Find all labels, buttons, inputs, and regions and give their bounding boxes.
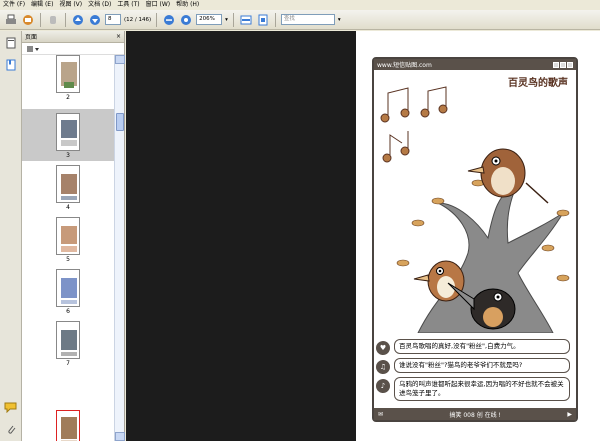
menu-view[interactable]: 视图 (V)	[56, 0, 85, 10]
menu-window[interactable]: 窗口 (W)	[143, 0, 174, 10]
toolbar-divider	[65, 12, 66, 27]
zoom-out-button[interactable]	[162, 13, 176, 27]
thumbnail-page-6[interactable]: 6	[22, 269, 114, 319]
toolbar-divider	[156, 12, 158, 27]
navigation-strip	[0, 31, 22, 441]
prev-page-button[interactable]	[71, 13, 85, 27]
attachments-icon[interactable]	[5, 423, 17, 435]
phone-footer: ✉ 搞笑 008 创 在线 ! ▶	[374, 408, 576, 420]
thumbnail-page-8[interactable]: 8	[22, 410, 114, 441]
document-viewport[interactable]: www.短信贴图.com 百灵鸟的歌声 ♥ 百灵鸟歌唱的真好,没有"粉丝",白费…	[126, 31, 600, 441]
zoom-level-input[interactable]: 206%	[196, 14, 223, 25]
thumbnail-scrollbar[interactable]	[114, 55, 125, 441]
dialogue-bubble: 乌鸦的叫声谁都听起来很幸运,因为唱的不好也就不会被关进鸟笼子里了。	[394, 377, 570, 401]
scroll-up-arrow[interactable]	[115, 55, 125, 64]
page-thumbnail	[56, 217, 80, 255]
scroll-down-arrow[interactable]	[115, 432, 125, 441]
thumbnail-label: 7	[66, 360, 70, 367]
thumbnail-page-3[interactable]: 3	[22, 109, 114, 161]
toolbar-divider	[232, 12, 234, 27]
music-note-icon: ♪	[376, 379, 390, 393]
arrow-up-icon	[73, 14, 83, 25]
scroll-thumb[interactable]	[116, 113, 124, 131]
fit-width-button[interactable]	[239, 13, 253, 27]
arrow-down-icon	[90, 14, 100, 25]
thumbnail-list: 2 3 4 5 6 7	[22, 55, 114, 441]
page-thumbnail	[56, 165, 80, 203]
thumbnail-label: 6	[66, 308, 70, 315]
page-thumbnail	[56, 113, 80, 151]
menu-file[interactable]: 文件 (F)	[0, 0, 28, 10]
play-icon: ▶	[567, 410, 572, 418]
menu-document[interactable]: 文档 (D)	[85, 0, 114, 10]
zoom-out-icon	[164, 14, 175, 25]
fit-page-button[interactable]	[256, 13, 270, 27]
zoom-in-icon	[181, 14, 192, 25]
pages-panel-header: 页面 ×	[22, 31, 124, 43]
toolbar-divider	[274, 12, 276, 27]
page-thumbnail	[56, 410, 80, 441]
next-page-button[interactable]	[88, 13, 102, 27]
thumbnail-label: 3	[66, 152, 70, 159]
menu-edit[interactable]: 编辑 (E)	[28, 0, 56, 10]
bookmarks-icon[interactable]	[5, 59, 17, 71]
thumbnail-label: 5	[66, 256, 70, 263]
zoom-dropdown-arrow[interactable]: ▾	[225, 17, 228, 23]
pages-panel-title: 页面	[25, 34, 38, 41]
fit-page-icon	[258, 14, 268, 25]
thumbnail-page-5[interactable]: 5	[22, 217, 114, 267]
cartoon-illustration	[380, 86, 570, 333]
page-number-input[interactable]: 8	[105, 14, 121, 25]
fit-width-icon	[240, 15, 252, 24]
document-page: www.短信贴图.com 百灵鸟的歌声 ♥ 百灵鸟歌唱的真好,没有"粉丝",白费…	[356, 31, 600, 441]
thumbnail-page-7[interactable]: 7	[22, 321, 114, 371]
dialogue-bubble: 谁说没有"粉丝"?猫鸟的老爷爷们不就是吗?	[394, 358, 570, 373]
menu-bar: 文件 (F) 编辑 (E) 视图 (V) 文档 (D) 工具 (T) 窗口 (W…	[0, 0, 600, 10]
mail-icon: ✉	[378, 410, 384, 418]
phone-footer-text: 搞笑 008 创 在线 !	[449, 411, 501, 419]
phone-title-bar: www.短信贴图.com	[374, 59, 576, 70]
pages-panel: 页面 × 2 3 4 5 6 7	[22, 31, 125, 441]
dialogue-bubble: 百灵鸟歌唱的真好,没有"粉丝",白费力气。	[394, 339, 570, 354]
comments-icon[interactable]	[4, 401, 18, 413]
page-thumbnail	[56, 321, 80, 359]
menu-help[interactable]: 帮助 (H)	[173, 0, 202, 10]
page-thumbnail	[56, 269, 80, 307]
phone-url: www.短信贴图.com	[377, 62, 432, 69]
page-count: (12 / 146)	[124, 16, 152, 23]
options-icon	[27, 45, 39, 52]
heart-icon: ♥	[376, 341, 390, 355]
print-icon	[6, 14, 16, 24]
menu-tools[interactable]: 工具 (T)	[114, 0, 142, 10]
search-input[interactable]: 查找	[280, 14, 335, 25]
toolbar: 8 (12 / 146) 206% ▾ 查找 ▾	[0, 10, 600, 30]
close-panel-button[interactable]: ×	[116, 33, 121, 40]
zoom-in-button[interactable]	[179, 13, 193, 27]
music-note-icon: ♫	[376, 360, 390, 374]
hand-icon	[50, 15, 56, 24]
print-button[interactable]	[4, 13, 18, 27]
hand-tool-button[interactable]	[46, 13, 60, 27]
window-controls	[553, 61, 573, 68]
email-icon	[23, 14, 33, 25]
search-dropdown-arrow[interactable]: ▾	[338, 17, 341, 23]
phone-frame: www.短信贴图.com 百灵鸟的歌声 ♥ 百灵鸟歌唱的真好,没有"粉丝",白费…	[372, 57, 578, 422]
toolbar-divider	[40, 12, 41, 27]
thumbnail-label: 2	[66, 94, 70, 101]
thumbnail-page-4[interactable]: 4	[22, 165, 114, 215]
pages-icon[interactable]	[5, 37, 17, 49]
email-button[interactable]	[21, 13, 35, 27]
thumbnail-label: 4	[66, 204, 70, 211]
thumbnail-page-2[interactable]: 2	[22, 55, 114, 105]
page-thumbnail	[56, 55, 80, 93]
panel-options[interactable]	[22, 43, 124, 55]
